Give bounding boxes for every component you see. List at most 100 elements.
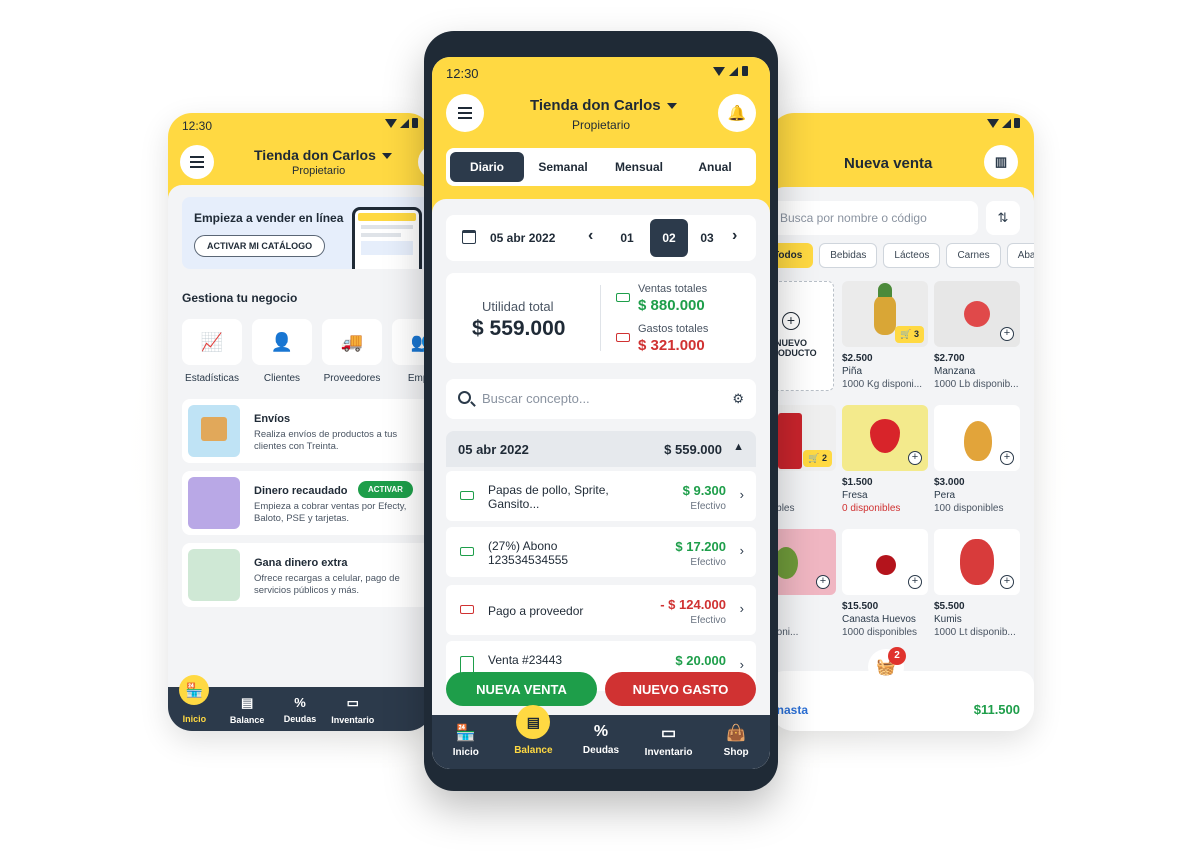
divider bbox=[600, 285, 601, 351]
expenses-value: $ 321.000 bbox=[638, 337, 705, 354]
cash-out-icon bbox=[616, 333, 630, 342]
product-card[interactable]: 🛒 2 0 Cola isponibles bbox=[770, 405, 836, 514]
nav-home[interactable]: 🏪 Inicio bbox=[432, 715, 500, 769]
chevron-left-icon[interactable]: ‹ bbox=[588, 227, 593, 245]
basket-total: $11.500 bbox=[973, 702, 1020, 717]
transaction-name: Venta #23443 bbox=[488, 653, 563, 667]
card-extra-money[interactable]: Gana dinero extra Ofrece recargas a celu… bbox=[182, 543, 432, 607]
activate-catalog-button[interactable]: ACTIVAR MI CATÁLOGO bbox=[194, 235, 326, 257]
document-icon: ▤ bbox=[241, 695, 254, 710]
activate-badge[interactable]: ACTIVAR bbox=[358, 481, 413, 498]
tile-suppliers[interactable]: 🚚 Proveedores bbox=[322, 319, 382, 384]
card-desc: Ofrece recargas a celular, pago de servi… bbox=[254, 573, 400, 596]
home-content: Empieza a vender en línea ACTIVAR MI CAT… bbox=[168, 185, 432, 687]
tile-label: Estadísticas bbox=[185, 373, 239, 384]
day-option-selected[interactable]: 02 bbox=[650, 219, 688, 257]
transaction-row[interactable]: Papas de pollo, Sprite, Gansito... $ 9.3… bbox=[446, 471, 756, 521]
store-selector[interactable]: Tienda don Carlos bbox=[254, 147, 392, 163]
product-price: $15.500 bbox=[842, 601, 879, 612]
page-title: Nueva venta bbox=[844, 155, 933, 172]
cash-in-icon bbox=[616, 293, 630, 302]
basket-summary-bar[interactable]: anasta $11.500 bbox=[770, 671, 1034, 731]
product-card[interactable]: + $1.500 Fresa 0 disponibles bbox=[842, 405, 928, 514]
tab-monthly[interactable]: Mensual bbox=[602, 152, 676, 182]
percent-icon: % bbox=[593, 723, 609, 740]
chip-groceries[interactable]: Abarr bbox=[1006, 243, 1034, 268]
chip-meats[interactable]: Carnes bbox=[946, 243, 1001, 268]
store-name: Tienda don Carlos bbox=[530, 97, 661, 114]
tile-clients[interactable]: 👤 Clientes bbox=[252, 319, 312, 384]
product-price: 0 bbox=[770, 477, 836, 488]
product-stock: isponibles bbox=[770, 503, 795, 514]
product-card[interactable]: + $3.000 Pera 100 disponibles bbox=[934, 405, 1020, 514]
nav-debts[interactable]: % Deudas bbox=[567, 715, 635, 769]
menu-button[interactable] bbox=[180, 145, 214, 179]
cash-out-icon bbox=[460, 605, 474, 614]
add-icon[interactable]: + bbox=[1000, 575, 1014, 589]
product-card[interactable]: + 0 ga b disponi... bbox=[770, 529, 836, 638]
chip-drinks[interactable]: Bebidas bbox=[819, 243, 878, 268]
status-time: 12:30 bbox=[446, 66, 479, 81]
transaction-amount: $ 17.200 bbox=[675, 539, 726, 554]
status-time: 12:30 bbox=[182, 119, 213, 133]
chevron-down-icon bbox=[666, 103, 677, 110]
add-icon[interactable]: + bbox=[816, 575, 830, 589]
sales-value: $ 880.000 bbox=[638, 297, 705, 314]
card-shipping[interactable]: Envíos Realiza envíos de productos a tus… bbox=[182, 399, 432, 463]
transaction-row[interactable]: (27%) Abono 123534534555 $ 17.200 Efecti… bbox=[446, 527, 756, 577]
product-card[interactable]: + $15.500 Canasta Huevos 1000 disponible… bbox=[842, 529, 928, 638]
tab-daily[interactable]: Diario bbox=[450, 152, 524, 182]
product-stock: 1000 Kg disponi... bbox=[842, 379, 923, 390]
nav-debts[interactable]: % Deudas bbox=[274, 687, 327, 731]
new-sale-button[interactable]: NUEVA VENTA bbox=[446, 672, 597, 706]
tab-weekly[interactable]: Semanal bbox=[526, 152, 600, 182]
card-desc: Realiza envíos de productos a tus client… bbox=[254, 429, 398, 452]
tile-statistics[interactable]: 📈 Estadísticas bbox=[182, 319, 242, 384]
filter-icon[interactable]: ⚙ bbox=[732, 391, 744, 407]
nav-balance[interactable]: ▤ Balance bbox=[500, 705, 568, 769]
group-date: 05 abr 2022 bbox=[458, 442, 529, 457]
product-search-input[interactable]: Busca por nombre o código bbox=[770, 201, 978, 235]
store-selector[interactable]: Tienda don Carlos bbox=[530, 97, 677, 114]
nav-inventory[interactable]: ▭ Inventario bbox=[326, 687, 379, 731]
calendar-icon[interactable] bbox=[462, 230, 476, 244]
nav-balance[interactable]: ▤ Balance bbox=[221, 687, 274, 731]
new-product-button[interactable]: + NUEVO PRODUCTO bbox=[770, 281, 834, 391]
transaction-row[interactable]: Pago a proveedor - $ 124.000 Efectivo › bbox=[446, 585, 756, 635]
product-stock: 1000 Lb disponib... bbox=[934, 379, 1019, 390]
bottom-nav: 🏪 Inicio ▤ Balance % Deudas ▭ Inventario 👜 S… bbox=[432, 705, 770, 769]
payment-method: Efectivo bbox=[690, 557, 726, 568]
avocado-image: + bbox=[770, 529, 836, 595]
nav-shop[interactable]: 👜 Shop bbox=[702, 715, 770, 769]
barcode-button[interactable]: ▥ bbox=[984, 145, 1018, 179]
add-icon[interactable]: + bbox=[1000, 451, 1014, 465]
chevron-right-icon: › bbox=[739, 601, 744, 616]
card-title: Gana dinero extra bbox=[254, 557, 348, 569]
chevron-right-icon[interactable]: › bbox=[732, 227, 737, 245]
menu-button[interactable] bbox=[446, 94, 484, 132]
tab-yearly[interactable]: Anual bbox=[678, 152, 752, 182]
product-name: Manzana bbox=[934, 366, 976, 377]
add-icon[interactable]: + bbox=[908, 451, 922, 465]
product-card[interactable]: + $2.700 Manzana 1000 Lb disponib... bbox=[934, 281, 1020, 390]
day-group-header[interactable]: 05 abr 2022 $ 559.000 ▲ bbox=[446, 431, 756, 467]
notifications-button[interactable]: 🔔 bbox=[718, 94, 756, 132]
add-icon[interactable]: + bbox=[1000, 327, 1014, 341]
sales-label: Ventas totales bbox=[638, 283, 708, 295]
sort-button[interactable]: ⇅ bbox=[986, 201, 1020, 235]
product-price: $2.700 bbox=[934, 353, 965, 364]
product-price: 0 bbox=[770, 601, 836, 612]
selected-date[interactable]: 05 abr 2022 bbox=[490, 231, 555, 245]
product-card[interactable]: + $5.500 Kumis 1000 Lt disponib... bbox=[934, 529, 1020, 638]
day-option[interactable]: 03 bbox=[688, 219, 726, 257]
product-card[interactable]: 🛒 3 $2.500 Piña 1000 Kg disponi... bbox=[842, 281, 928, 390]
new-expense-button[interactable]: NUEVO GASTO bbox=[605, 672, 756, 706]
add-icon[interactable]: + bbox=[908, 575, 922, 589]
chip-dairy[interactable]: Lácteos bbox=[883, 243, 941, 268]
card-collected-money[interactable]: Dinero recaudado ACTIVAR Empieza a cobra… bbox=[182, 471, 432, 535]
nav-home[interactable]: 🏪 Inicio bbox=[168, 675, 221, 731]
nav-inventory[interactable]: ▭ Inventario bbox=[635, 715, 703, 769]
day-option[interactable]: 01 bbox=[608, 219, 646, 257]
concept-search[interactable]: Buscar concepto... ⚙ bbox=[446, 379, 756, 419]
quantity-badge: 🛒 3 bbox=[895, 326, 924, 343]
